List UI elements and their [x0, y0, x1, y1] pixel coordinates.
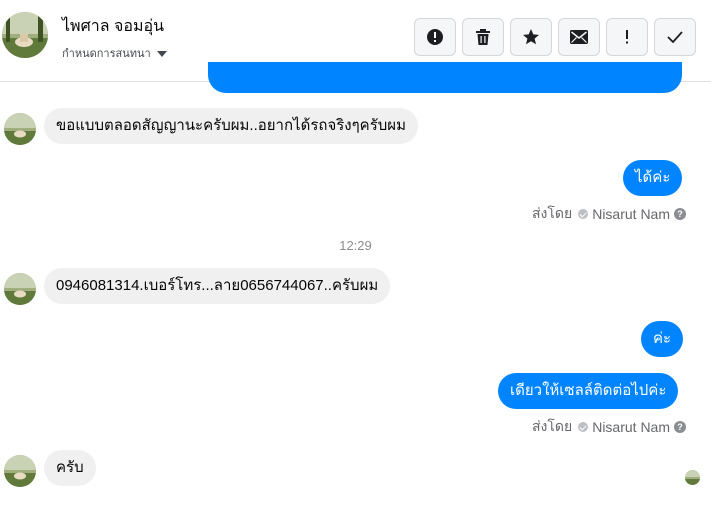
sent-by-label: ส่งโดย — [532, 205, 573, 221]
caret-down-icon — [156, 51, 167, 58]
mark-unread-button[interactable] — [558, 18, 600, 56]
help-icon[interactable]: ? — [674, 421, 686, 433]
message-bubble-incoming[interactable]: 0946081314.เบอร์โทร...ลาย0656744067..ครั… — [44, 268, 391, 304]
message-bubble-outgoing-partial — [208, 62, 682, 93]
alert-circle-icon — [427, 29, 443, 45]
sent-by-name[interactable]: Nisarut Nam — [592, 419, 670, 435]
message-bubble-outgoing[interactable]: เดียวให้เซลล์ติดต่อไปค่ะ — [498, 373, 679, 409]
sent-by-info: ส่งโดย Nisarut Nam ? — [532, 416, 686, 438]
help-icon[interactable]: ? — [674, 208, 686, 220]
sender-avatar — [4, 455, 36, 487]
conversation-settings-label: กำหนดการสนทนา — [62, 48, 151, 60]
envelope-icon — [570, 30, 588, 44]
contact-avatar[interactable] — [2, 12, 48, 58]
sent-by-label: ส่งโดย — [532, 418, 573, 434]
sent-by-info: ส่งโดย Nisarut Nam ? — [532, 203, 686, 225]
star-button[interactable] — [510, 18, 552, 56]
mark-done-button[interactable] — [654, 18, 696, 56]
sender-avatar — [4, 273, 36, 305]
message-bubble-outgoing[interactable]: ได้ค่ะ — [623, 160, 683, 196]
message-bubble-outgoing[interactable]: ค่ะ — [641, 321, 684, 357]
message-timestamp: 12:29 — [339, 238, 372, 253]
delete-button[interactable] — [462, 18, 504, 56]
report-button[interactable] — [414, 18, 456, 56]
conversation-settings-dropdown[interactable]: กำหนดการสนทนา — [62, 44, 167, 62]
contact-name[interactable]: ไพศาล จอมอุ่น — [62, 14, 164, 39]
trash-icon — [476, 29, 490, 45]
sender-avatar — [4, 113, 36, 145]
seen-indicator-avatar — [685, 470, 700, 485]
message-bubble-incoming[interactable]: ครับ — [44, 450, 96, 486]
sent-by-name[interactable]: Nisarut Nam — [592, 206, 670, 222]
message-bubble-incoming[interactable]: ขอแบบตลอดสัญญานะครับผม..อยากได้รถจริงๆคร… — [44, 108, 418, 144]
checkmark-icon — [667, 31, 683, 43]
spam-button[interactable] — [606, 18, 648, 56]
sent-check-icon — [578, 422, 589, 432]
sent-check-icon — [578, 209, 589, 219]
exclamation-icon — [626, 30, 628, 44]
star-icon — [523, 29, 539, 45]
